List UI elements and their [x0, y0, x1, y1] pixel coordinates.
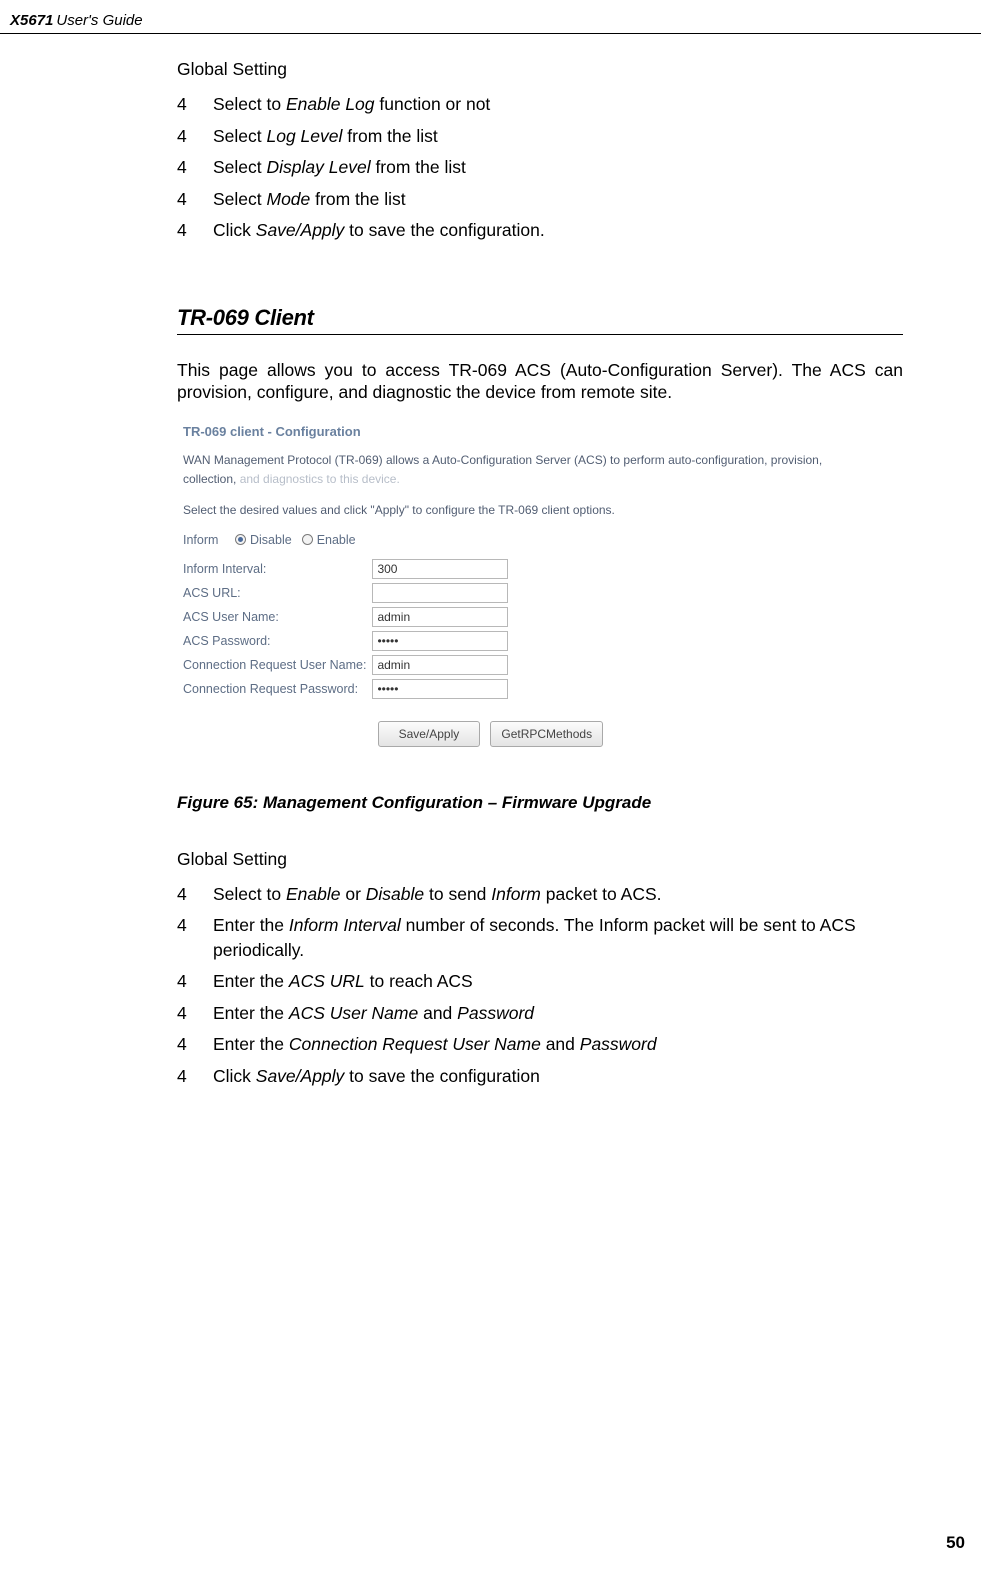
list-item: 4 Enter the Inform Interval number of se… [177, 913, 903, 962]
field-label: ACS User Name: [183, 605, 372, 629]
inform-label: Inform [183, 533, 235, 547]
guide-title: User's Guide [56, 12, 142, 29]
field-label: Inform Interval: [183, 557, 372, 581]
radio-icon [302, 534, 313, 545]
global-setting-label-2: Global Setting [177, 849, 903, 870]
bullet-marker: 4 [177, 913, 213, 962]
panel-desc-1: WAN Management Protocol (TR-069) allows … [183, 451, 838, 489]
table-row: ACS Password: [183, 629, 514, 653]
inform-row: Inform Disable Enable [183, 533, 838, 547]
bullet-text: Select Display Level from the list [213, 155, 903, 180]
form-table: Inform Interval: ACS URL: ACS User Name:… [183, 557, 514, 701]
figure-caption: Figure 65: Management Configuration – Fi… [177, 793, 903, 813]
table-row: Inform Interval: [183, 557, 514, 581]
list-item: 4 Select to Enable Log function or not [177, 92, 903, 117]
field-label: ACS Password: [183, 629, 372, 653]
button-row: Save/Apply GetRPCMethods [183, 721, 838, 747]
product-name: X5671 [10, 12, 53, 29]
panel-title: TR-069 client - Configuration [183, 424, 838, 439]
list-item: 4 Select to Enable or Disable to send In… [177, 882, 903, 907]
list-item: 4 Select Mode from the list [177, 187, 903, 212]
heading-rule [177, 334, 903, 335]
bullet-text: Click Save/Apply to save the configurati… [213, 1064, 903, 1089]
page-content: Global Setting 4 Select to Enable Log fu… [0, 34, 981, 1088]
inform-interval-input[interactable] [372, 559, 508, 579]
radio-disable[interactable]: Disable [235, 533, 292, 547]
list-item: 4 Enter the Connection Request User Name… [177, 1032, 903, 1057]
acs-username-input[interactable] [372, 607, 508, 627]
bullet-marker: 4 [177, 882, 213, 907]
save-apply-button[interactable]: Save/Apply [378, 721, 480, 747]
bullet-text: Select Log Level from the list [213, 124, 903, 149]
cr-password-input[interactable] [372, 679, 508, 699]
bullet-text: Select to Enable or Disable to send Info… [213, 882, 903, 907]
radio-enable[interactable]: Enable [302, 533, 356, 547]
cr-username-input[interactable] [372, 655, 508, 675]
list-item: 4 Enter the ACS URL to reach ACS [177, 969, 903, 994]
bullet-text: Enter the Connection Request User Name a… [213, 1032, 903, 1057]
page-header: X5671 User's Guide [0, 12, 981, 34]
table-row: ACS URL: [183, 581, 514, 605]
list-item: 4 Click Save/Apply to save the configura… [177, 218, 903, 243]
list-item: 4 Click Save/Apply to save the configura… [177, 1064, 903, 1089]
bullet-marker: 4 [177, 1064, 213, 1089]
table-row: Connection Request Password: [183, 677, 514, 701]
tr069-form: Inform Disable Enable Inform Interval: A… [183, 533, 838, 747]
acs-url-input[interactable] [372, 583, 508, 603]
tr069-config-screenshot: TR-069 client - Configuration WAN Manage… [177, 414, 844, 763]
field-label: Connection Request Password: [183, 677, 372, 701]
field-label: ACS URL: [183, 581, 372, 605]
bullet-text: Select Mode from the list [213, 187, 903, 212]
list-item: 4 Select Log Level from the list [177, 124, 903, 149]
bullet-text: Enter the ACS URL to reach ACS [213, 969, 903, 994]
radio-icon [235, 534, 246, 545]
list-item: 4 Enter the ACS User Name and Password [177, 1001, 903, 1026]
bullet-marker: 4 [177, 92, 213, 117]
list-item: 4 Select Display Level from the list [177, 155, 903, 180]
panel-desc-2: Select the desired values and click "App… [183, 501, 838, 520]
bullet-marker: 4 [177, 1032, 213, 1057]
bullet-marker: 4 [177, 124, 213, 149]
bullet-text: Select to Enable Log function or not [213, 92, 903, 117]
bullet-marker: 4 [177, 155, 213, 180]
top-bullet-list: 4 Select to Enable Log function or not 4… [177, 92, 903, 243]
table-row: Connection Request User Name: [183, 653, 514, 677]
bullet-marker: 4 [177, 969, 213, 994]
section-heading-tr069: TR-069 Client [177, 305, 903, 331]
section-paragraph: This page allows you to access TR-069 AC… [177, 359, 903, 405]
table-row: ACS User Name: [183, 605, 514, 629]
acs-password-input[interactable] [372, 631, 508, 651]
bullet-text: Enter the ACS User Name and Password [213, 1001, 903, 1026]
bottom-bullet-list: 4 Select to Enable or Disable to send In… [177, 882, 903, 1089]
field-label: Connection Request User Name: [183, 653, 372, 677]
bullet-marker: 4 [177, 218, 213, 243]
bullet-marker: 4 [177, 187, 213, 212]
get-rpc-methods-button[interactable]: GetRPCMethods [490, 721, 603, 747]
global-setting-label-1: Global Setting [177, 59, 903, 80]
bullet-marker: 4 [177, 1001, 213, 1026]
page-number: 50 [946, 1533, 965, 1553]
bullet-text: Click Save/Apply to save the configurati… [213, 218, 903, 243]
bullet-text: Enter the Inform Interval number of seco… [213, 913, 903, 962]
